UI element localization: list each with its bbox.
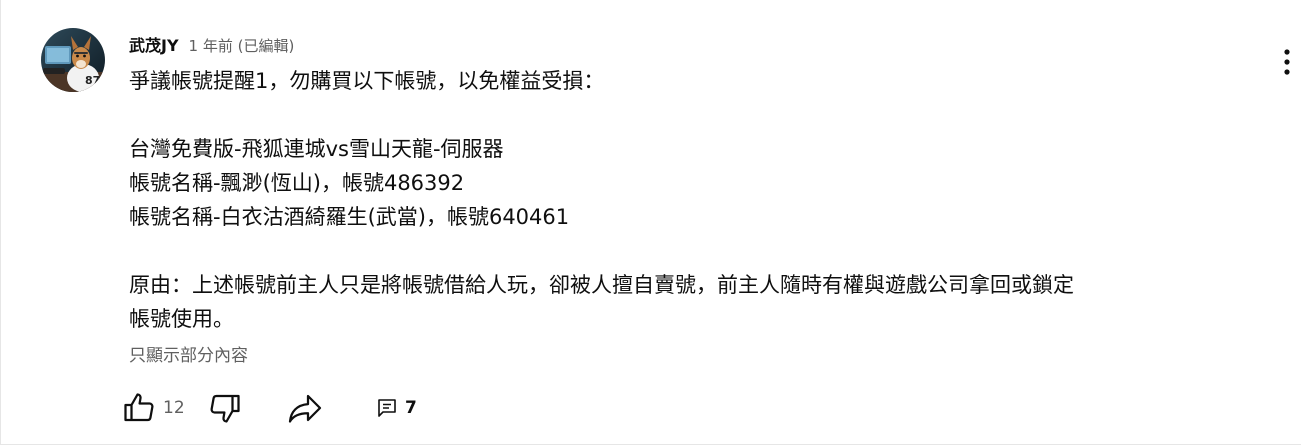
avatar-image: 87 [41,28,105,92]
avatar[interactable]: 87 [41,28,105,92]
comment-line: 原由：上述帳號前主人只是將帳號借給人玩，卻被人擅自賣號，前主人隨時有權與遊戲公司… [129,273,1074,297]
thumb-down-icon [210,394,240,423]
more-vertical-icon [1284,49,1290,75]
comment-timestamp[interactable]: 1 年前 (已編輯) [189,35,295,56]
comment-line: 爭議帳號提醒1，勿購買以下帳號，以免權益受損： [129,69,605,93]
dislike-button[interactable] [207,388,243,428]
thumb-up-icon [124,393,154,422]
author-name[interactable]: 武茂JY [129,32,179,56]
comment-line: 帳號使用。 [129,307,234,331]
comment-text: 爭議帳號提醒1，勿購買以下帳號，以免權益受損： 台灣免費版-飛狐連城vs雪山天龍… [129,64,1269,336]
reply-count: 7 [405,398,417,418]
show-less-button[interactable]: 只顯示部分內容 [129,341,248,366]
comment-line [129,98,1269,132]
comment-card: 87 武茂JY 1 年前 (已編輯) 爭議帳號提醒1，勿購買以下帳號，以免權益受… [0,0,1301,445]
svg-text:87: 87 [85,74,100,87]
share-icon [288,394,322,423]
reply-button[interactable]: 7 [375,388,417,428]
share-button[interactable] [285,388,325,428]
like-button[interactable]: 12 [121,388,185,428]
comment-icon [378,399,396,417]
comment-line: 帳號名稱-飄渺(恆山)，帳號486392 [129,171,465,195]
comment-line: 台灣免費版-飛狐連城vs雪山天龍-伺服器 [129,137,504,161]
comment-line [129,234,1269,268]
more-actions-button[interactable] [1273,44,1301,80]
comment-line: 帳號名稱-白衣沽酒綺羅生(武當)，帳號640461 [129,205,570,229]
comment-action-bar: 12 7 [121,388,441,428]
comment-header: 武茂JY 1 年前 (已編輯) [129,32,294,56]
like-count: 12 [163,398,185,418]
